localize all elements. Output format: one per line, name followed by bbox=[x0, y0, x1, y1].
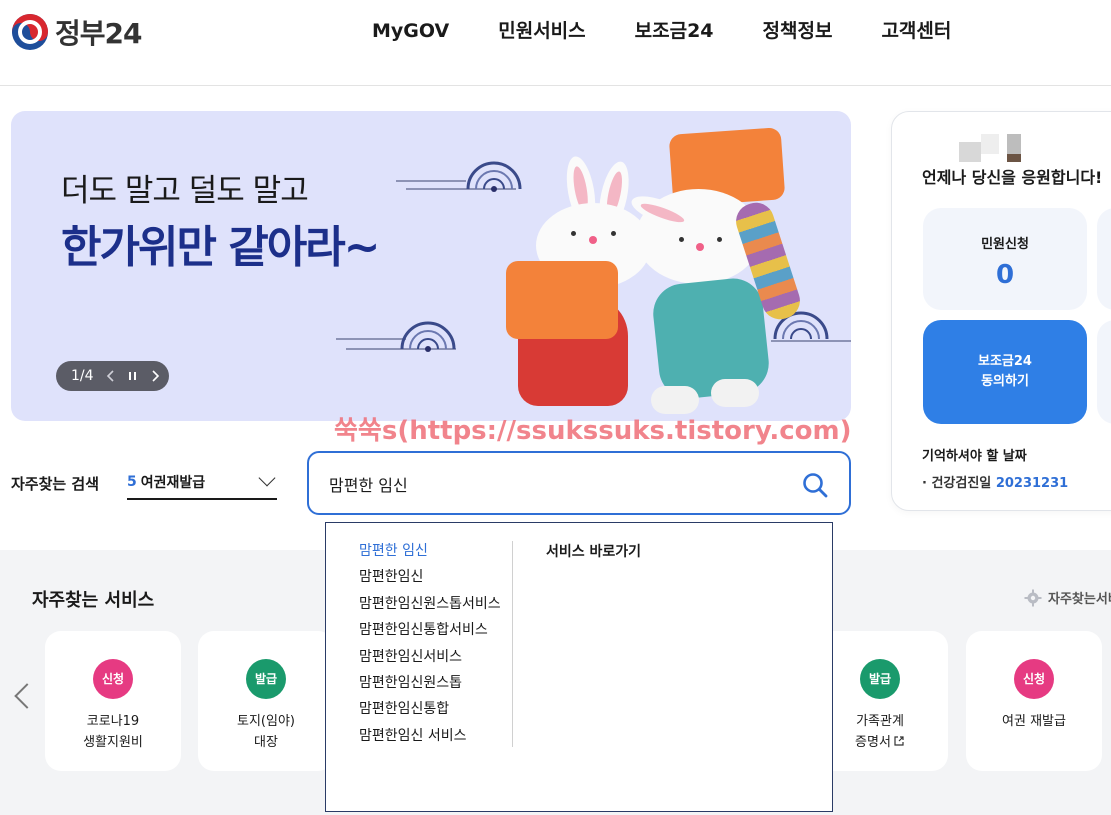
service-name-line1: 토지(임야) bbox=[237, 714, 295, 729]
civil-apply-label: 민원신청 bbox=[981, 237, 1029, 252]
suggestion-list: 맘편한 임신 맘편한임신 맘편한임신원스톱서비스 맘편한임신통합서비스 맘편한임… bbox=[359, 541, 501, 752]
suggestion-item[interactable]: 맘편한 임신 bbox=[359, 541, 501, 567]
frequent-services-title: 자주찾는 서비스 bbox=[32, 590, 155, 611]
suggestion-item[interactable]: 맘편한임신원스톱 bbox=[359, 673, 501, 699]
nav-item-civil-service[interactable]: 민원서비스 bbox=[498, 18, 585, 44]
nav-item-customer-center[interactable]: 고객센터 bbox=[881, 18, 951, 44]
service-name-line1: 코로나19 bbox=[86, 714, 140, 729]
settings-label: 자주찾는서비 bbox=[1048, 592, 1111, 607]
external-link-icon bbox=[894, 736, 904, 746]
nav-item-subsidy24[interactable]: 보조금24 bbox=[635, 18, 714, 44]
search-icon[interactable] bbox=[801, 471, 829, 499]
frequent-search-label: 자주찾는 검색 bbox=[11, 475, 100, 493]
service-name: 토지(임야) 대장 bbox=[198, 711, 334, 753]
remember-item-date: 20231231 bbox=[995, 476, 1069, 491]
user-side-panel: 언제나 당신을 응원합니다! 민원신청 0 보조금24 동의하기 기억하셔야 할… bbox=[891, 111, 1111, 511]
remember-item-label: 건강검진일 bbox=[931, 476, 992, 491]
suggestion-item[interactable]: 맘편한임신서비스 bbox=[359, 647, 501, 673]
service-badge: 발급 bbox=[860, 659, 900, 699]
service-shortcut-title: 서비스 바로가기 bbox=[546, 544, 642, 560]
civil-apply-card[interactable]: 민원신청 0 bbox=[923, 208, 1087, 310]
main-nav: MyGOV 민원서비스 보조금24 정책정보 고객센터 bbox=[372, 18, 1000, 44]
frequent-search-select[interactable]: 5 여권재발급 bbox=[127, 466, 277, 500]
subsidy-consent-line2: 동의하기 bbox=[981, 374, 1029, 389]
remember-dates-title: 기억하셔야 할 날짜 bbox=[922, 449, 1027, 464]
search-input[interactable] bbox=[329, 471, 789, 497]
hero-banner[interactable]: 더도 말고 덜도 말고 한가위만 같아라~ 1/4 bbox=[11, 111, 851, 421]
suggestion-item[interactable]: 맘편한임신통합 bbox=[359, 699, 501, 725]
chevron-left-icon[interactable] bbox=[106, 369, 116, 383]
cloud-pattern-icon bbox=[396, 161, 522, 192]
taegeuk-logo-icon bbox=[12, 14, 48, 50]
service-name-line2: 대장 bbox=[254, 735, 278, 750]
pause-icon[interactable] bbox=[128, 370, 138, 382]
civil-apply-count: 0 bbox=[995, 260, 1015, 290]
nav-item-mygov[interactable]: MyGOV bbox=[372, 18, 449, 44]
service-name: 여권 재발급 bbox=[966, 711, 1102, 732]
chevron-right-icon[interactable] bbox=[150, 369, 160, 383]
banner-pager: 1/4 bbox=[56, 361, 169, 391]
service-card[interactable]: 신청 코로나19 생활지원비 bbox=[45, 631, 181, 771]
subsidy-consent-button[interactable]: 보조금24 동의하기 bbox=[923, 320, 1087, 424]
chevron-left-icon[interactable] bbox=[14, 683, 40, 709]
banner-title: 한가위만 같아라~ bbox=[61, 222, 381, 273]
service-name-line2: 증명서 bbox=[855, 735, 891, 750]
nav-item-policy-info[interactable]: 정책정보 bbox=[763, 18, 833, 44]
service-name-line2: 생활지원비 bbox=[83, 735, 143, 750]
greeting-text: 언제나 당신을 응원합니다! bbox=[922, 168, 1103, 187]
gear-icon bbox=[1024, 589, 1042, 606]
service-card[interactable]: 발급 토지(임야) 대장 bbox=[198, 631, 334, 771]
pager-count: 1/4 bbox=[71, 368, 94, 384]
service-badge: 신청 bbox=[93, 659, 133, 699]
service-card[interactable]: 신청 여권 재발급 bbox=[966, 631, 1102, 771]
frequent-services-settings[interactable]: 자주찾는서비 bbox=[1024, 588, 1111, 607]
service-badge: 발급 bbox=[246, 659, 286, 699]
remember-date-item[interactable]: · 건강검진일 20231231 bbox=[922, 472, 1068, 491]
service-badge: 신청 bbox=[1014, 659, 1054, 699]
suggestion-item[interactable]: 맘편한임신 bbox=[359, 567, 501, 593]
user-name-blurred bbox=[959, 134, 1029, 162]
dropdown-divider bbox=[512, 541, 513, 747]
suggestion-item[interactable]: 맘편한임신통합서비스 bbox=[359, 620, 501, 646]
subsidy-consent-line1: 보조금24 bbox=[978, 354, 1032, 369]
logo-text: 정부24 bbox=[55, 17, 142, 50]
side-card-partial[interactable] bbox=[1097, 320, 1111, 424]
service-name-line1: 여권 재발급 bbox=[1002, 714, 1066, 729]
suggestion-item[interactable]: 맘편한임신 서비스 bbox=[359, 726, 501, 752]
frequent-search-rank: 5 bbox=[127, 474, 137, 490]
service-name: 코로나19 생활지원비 bbox=[45, 711, 181, 753]
cloud-pattern-icon bbox=[336, 321, 456, 352]
watermark-text: 쑥쑥s(https://ssukssuks.tistory.com) bbox=[334, 416, 852, 446]
search-box bbox=[307, 451, 851, 515]
search-autocomplete-dropdown: 맘편한 임신 맘편한임신 맘편한임신원스톱서비스 맘편한임신통합서비스 맘편한임… bbox=[325, 522, 833, 812]
site-header: 정부24 MyGOV 민원서비스 보조금24 정책정보 고객센터 bbox=[0, 0, 1111, 86]
suggestion-item[interactable]: 맘편한임신원스톱서비스 bbox=[359, 594, 501, 620]
frequent-search-value: 여권재발급 bbox=[140, 475, 206, 491]
side-card-partial[interactable] bbox=[1097, 208, 1111, 310]
chevron-down-icon bbox=[258, 469, 276, 487]
logo[interactable]: 정부24 bbox=[12, 12, 142, 52]
banner-subtitle: 더도 말고 덜도 말고 bbox=[61, 173, 309, 209]
